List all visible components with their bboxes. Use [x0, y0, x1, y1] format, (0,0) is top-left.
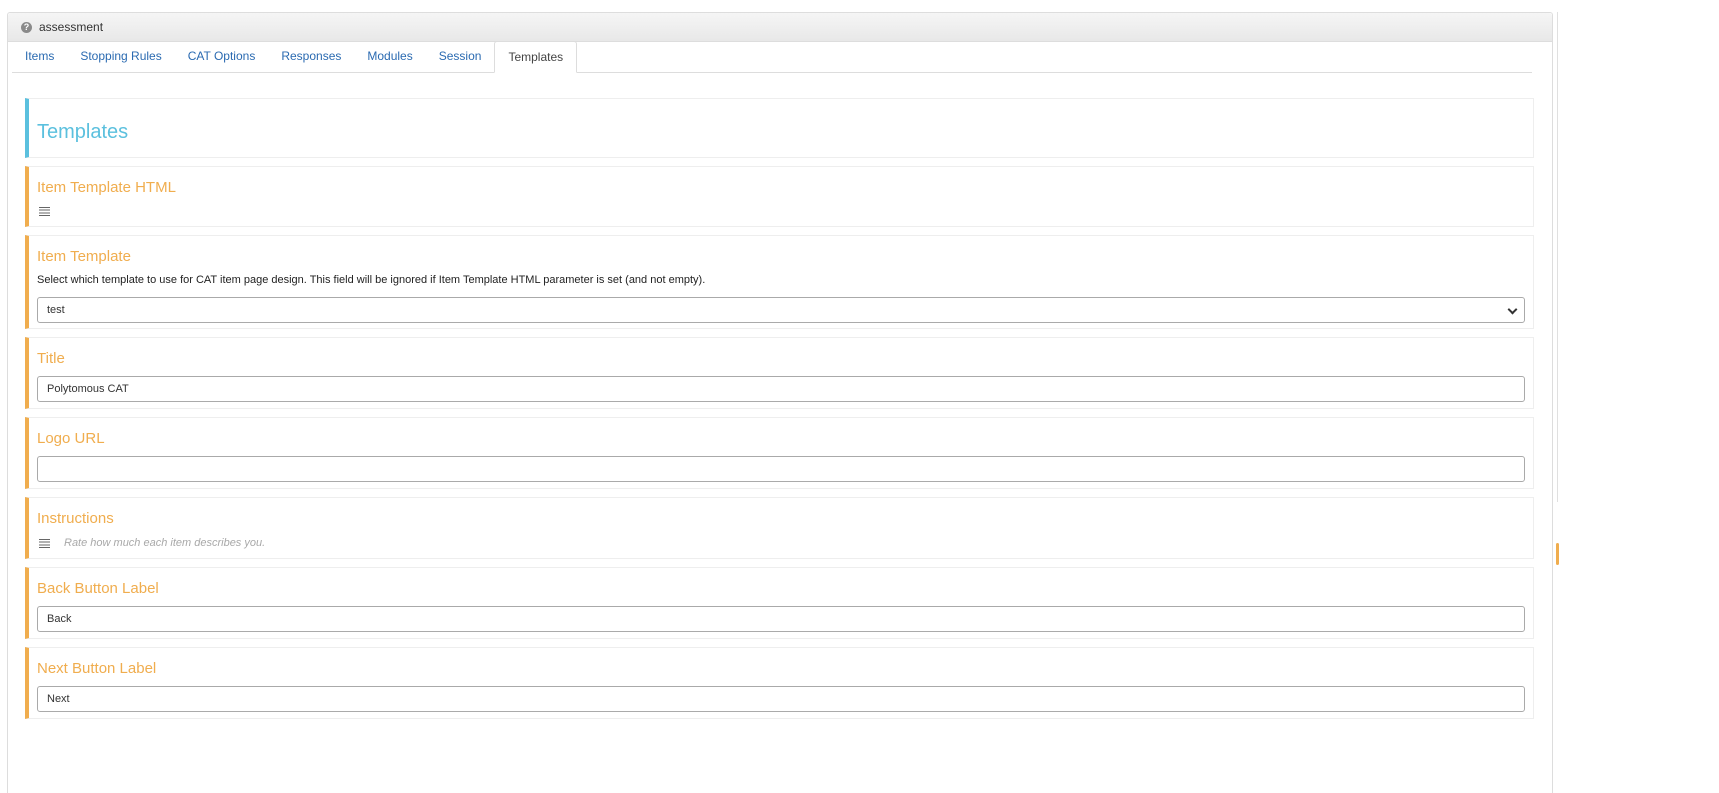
side-marker — [1556, 543, 1559, 565]
title-label: Title — [37, 350, 65, 367]
instructions-section: Instructions Rate how much each item des… — [25, 497, 1534, 559]
next-button-label-input[interactable]: Next — [37, 686, 1525, 712]
item-template-label: Item Template — [37, 248, 131, 265]
tab-modules[interactable]: Modules — [354, 41, 425, 72]
item-template-section: Item Template Select which template to u… — [25, 235, 1534, 329]
logo-url-label: Logo URL — [37, 430, 105, 447]
item-template-html-label: Item Template HTML — [37, 179, 176, 196]
chevron-down-icon — [1507, 304, 1518, 315]
title-section: Title Polytomous CAT — [25, 337, 1534, 409]
back-button-label-title: Back Button Label — [37, 580, 159, 597]
tab-session[interactable]: Session — [426, 41, 495, 72]
panel-title: assessment — [39, 20, 104, 34]
align-justify-icon[interactable] — [39, 207, 50, 216]
item-template-select[interactable]: test — [37, 297, 1525, 323]
scrollbar-track[interactable] — [1557, 12, 1558, 502]
logo-url-section: Logo URL — [25, 417, 1534, 489]
logo-url-input[interactable] — [37, 456, 1525, 482]
instructions-preview[interactable]: Rate how much each item describes you. — [64, 537, 265, 549]
section-heading: Templates — [37, 121, 129, 143]
item-template-html-section: Item Template HTML — [25, 166, 1534, 227]
back-button-label-input[interactable]: Back — [37, 606, 1525, 632]
tab-responses[interactable]: Responses — [268, 41, 354, 72]
tab-cat-options[interactable]: CAT Options — [175, 41, 269, 72]
question-circle-icon[interactable]: ? — [21, 21, 32, 33]
item-template-selected-value: test — [47, 304, 65, 316]
back-button-label-section: Back Button Label Back — [25, 567, 1534, 639]
tab-stopping-rules[interactable]: Stopping Rules — [67, 41, 174, 72]
align-justify-icon[interactable] — [39, 539, 50, 548]
item-template-description: Select which template to use for CAT ite… — [37, 274, 706, 286]
next-button-label-section: Next Button Label Next — [25, 647, 1534, 719]
tab-templates[interactable]: Templates — [494, 41, 578, 73]
panel-heading: ? assessment — [8, 13, 1552, 42]
tab-items[interactable]: Items — [12, 41, 67, 72]
title-input[interactable]: Polytomous CAT — [37, 376, 1525, 402]
next-button-label-title: Next Button Label — [37, 660, 157, 677]
instructions-label: Instructions — [37, 510, 114, 527]
tab-bar: Items Stopping Rules CAT Options Respons… — [12, 41, 1532, 73]
templates-header-section: Templates — [25, 98, 1534, 158]
